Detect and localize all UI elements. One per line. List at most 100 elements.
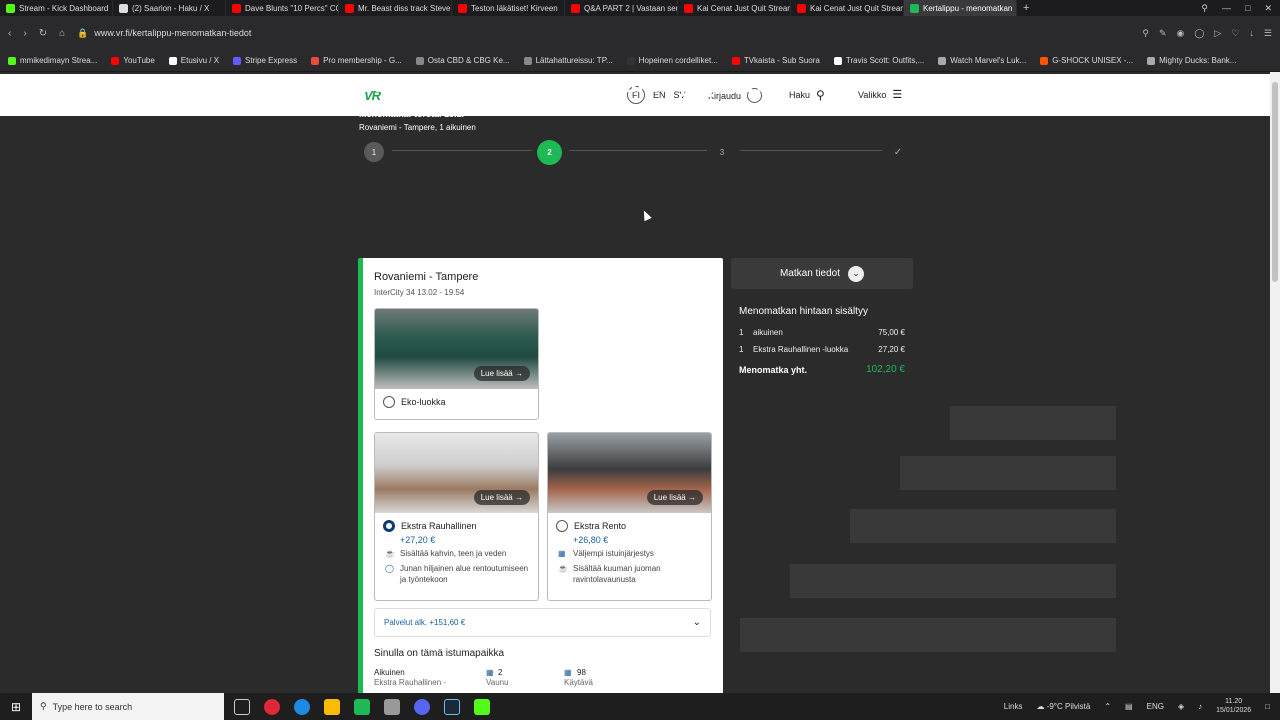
back-icon[interactable]: ‹ — [8, 28, 11, 39]
bookmark[interactable]: mmikedimayn Strea... — [8, 56, 97, 65]
bookmark-label: mmikedimayn Strea... — [20, 56, 98, 65]
volume-icon[interactable]: ♪ — [1198, 702, 1202, 711]
bookmark-label: Travis Scott: Outfits,... — [845, 56, 925, 65]
browser-tab[interactable]: Mr. Beast diss track Steve — [339, 0, 452, 16]
browser-tab[interactable]: Dave Blunts "10 Percs" CÓ — [226, 0, 339, 16]
bookmark[interactable]: YouTube — [111, 56, 155, 65]
read-more-label: Lue lisää — [653, 493, 686, 502]
reload-icon[interactable]: ↻ — [39, 28, 47, 39]
scrollbar-thumb[interactable] — [1272, 82, 1278, 282]
radio-row[interactable]: Ekstra Rento — [548, 513, 711, 532]
links-toolbar[interactable]: Links — [1004, 702, 1023, 711]
system-tray: Links ☁ -9°C Pilvistä ⌃ ▤ ENG ◈ ♪ 11.20 … — [1004, 698, 1280, 715]
bookmark-label: Hopeinen cordelliket... — [638, 56, 718, 65]
bookmark[interactable]: TVkaista - Sub Suora — [731, 56, 820, 65]
option-ekstra-rauhallinen[interactable]: Lue lisää → Ekstra Rauhallinen +27,20 € … — [374, 432, 539, 601]
bookmark[interactable]: Osta CBD & CBG Ke... — [415, 56, 510, 65]
taskbar-search-placeholder: Type here to search — [52, 701, 133, 712]
bookmark[interactable]: Pro membership - G... — [311, 56, 402, 65]
new-tab-icon[interactable]: + — [1017, 2, 1035, 14]
option-label: Eko-luokka — [401, 397, 446, 407]
download-icon[interactable]: ↓ — [1249, 28, 1254, 39]
services-accordion[interactable]: Palvelut alk. +151,60 € ⌄ — [374, 608, 711, 637]
browser-tab[interactable]: Stream - Kick Dashboard — [0, 0, 113, 16]
browser-tab[interactable]: Teston läkätiset! Kirveen — [452, 0, 565, 16]
bookmarks-bar: mmikedimayn Strea... YouTube Etusivu / X… — [0, 50, 1280, 72]
language-indicator[interactable]: ENG — [1147, 702, 1164, 711]
browser-tab-active[interactable]: Kertalippu - menomatkan — [904, 0, 1017, 16]
clock[interactable]: 11.20 15/01/2026 — [1216, 698, 1251, 715]
option-ekstra-rento[interactable]: Lue lisää → Ekstra Rento +26,80 € ▦ Välje… — [547, 432, 712, 601]
step-1[interactable]: 1 — [364, 142, 384, 162]
tab-favicon-icon — [119, 3, 128, 13]
bookmark[interactable]: Stripe Express — [233, 56, 297, 65]
edge-icon[interactable] — [294, 698, 310, 715]
browser-tab[interactable]: Q&A PART 2 | Vastaan seu — [565, 0, 678, 16]
home-icon[interactable]: ⌂ — [59, 28, 65, 39]
bookmark-favicon-icon — [626, 56, 635, 65]
maximize-icon[interactable]: □ — [1245, 3, 1250, 14]
browser-tab[interactable]: Kai Cenat Just Quit Stream — [791, 0, 904, 16]
read-more-button[interactable]: Lue lisää → — [646, 490, 703, 505]
play-icon[interactable]: ▷ — [1214, 28, 1221, 39]
search-icon: ⚲ — [816, 88, 825, 102]
bookmark-label: Osta CBD & CBG Ke... — [427, 56, 510, 65]
browser-tab[interactable]: (2) Saarion - Haku / X — [113, 0, 226, 16]
bookmark[interactable]: Mighty Ducks: Bank... — [1147, 56, 1236, 65]
edit-icon[interactable]: ✎ — [1159, 28, 1167, 39]
steam-icon[interactable] — [444, 698, 460, 715]
app-green-icon[interactable] — [354, 698, 370, 715]
close-icon[interactable]: ✕ — [1264, 3, 1272, 14]
tab-label: Dave Blunts "10 Percs" CÓ — [245, 3, 339, 13]
read-more-button[interactable]: Lue lisää → — [473, 366, 530, 381]
page-scrollbar[interactable] — [1270, 72, 1280, 693]
chrome-icon[interactable] — [324, 698, 340, 715]
seat-label: Käytävä — [564, 678, 593, 687]
task-view-icon[interactable] — [234, 698, 250, 715]
camera-icon[interactable]: ◉ — [1176, 28, 1184, 39]
bookmark[interactable]: Lättahattureissu: TP... — [523, 56, 613, 65]
seat-number: 98 — [577, 668, 586, 677]
weather-widget[interactable]: ☁ -9°C Pilvistä — [1036, 702, 1090, 711]
forward-icon[interactable]: › — [23, 28, 26, 39]
browser-tab[interactable]: Kai Cenat Just Quit Stream — [678, 0, 791, 16]
discord-icon[interactable] — [414, 698, 430, 715]
arrow-right-icon: → — [688, 493, 696, 502]
kick-icon[interactable] — [474, 698, 490, 715]
bookmark[interactable]: Hopeinen cordelliket... — [626, 56, 718, 65]
menu-button[interactable]: Valikko ☰ — [858, 88, 902, 101]
bookmark[interactable]: G-SHOCK UNISEX -... — [1040, 56, 1133, 65]
price-heading: Menomatkan hintaan sisältyy — [739, 306, 868, 317]
weather-text: -9°C Pilvistä — [1046, 702, 1091, 711]
chevron-up-icon[interactable]: ⌃ — [1104, 702, 1111, 711]
background-decoration — [950, 406, 1116, 440]
bookmark[interactable]: Etusivu / X — [168, 56, 219, 65]
menu-icon[interactable]: ☰ — [1264, 28, 1272, 39]
heart-icon[interactable]: ♡ — [1231, 28, 1239, 39]
radio-checked-icon[interactable] — [383, 520, 395, 532]
search-icon[interactable]: ⚲ — [1142, 28, 1149, 39]
minimize-icon[interactable]: — — [1222, 3, 1231, 14]
trip-details-button[interactable]: Matkan tiedot ⌄ — [731, 258, 913, 289]
feature-item: ☕ Sisältää kahvin, teen ja veden — [375, 545, 538, 560]
gamepad-icon[interactable]: ◈ — [1178, 702, 1184, 711]
total-value: 102,20 € — [866, 364, 905, 375]
radio-unchecked-icon[interactable] — [383, 396, 395, 408]
option-eko-luokka[interactable]: Lue lisää → Eko-luokka — [374, 308, 539, 420]
radio-row[interactable]: Ekstra Rauhallinen — [375, 513, 538, 532]
bookmark[interactable]: Travis Scott: Outfits,... — [833, 56, 925, 65]
search-tabs-icon[interactable]: ⚲ — [1201, 3, 1208, 14]
app-gray-icon[interactable] — [384, 698, 400, 715]
bookmark[interactable]: Watch Marvel's Luk... — [938, 56, 1026, 65]
url-input[interactable]: 🔒 www.vr.fi/kertalippu-menomatkan-tiedot — [77, 22, 1130, 44]
windows-start-icon[interactable]: ⊞ — [0, 700, 32, 714]
shield-icon[interactable]: ◯ — [1194, 28, 1204, 39]
taskbar-search[interactable]: ⚲ Type here to search — [32, 693, 224, 720]
read-more-button[interactable]: Lue lisää → — [473, 490, 530, 505]
network-icon[interactable]: ▤ — [1125, 702, 1133, 711]
price-total: Menomatka yht. 102,20 € — [739, 364, 905, 375]
radio-unchecked-icon[interactable] — [556, 520, 568, 532]
opera-icon[interactable] — [264, 698, 280, 715]
notifications-icon[interactable]: □ — [1265, 702, 1270, 711]
radio-row[interactable]: Eko-luokka — [375, 389, 538, 408]
